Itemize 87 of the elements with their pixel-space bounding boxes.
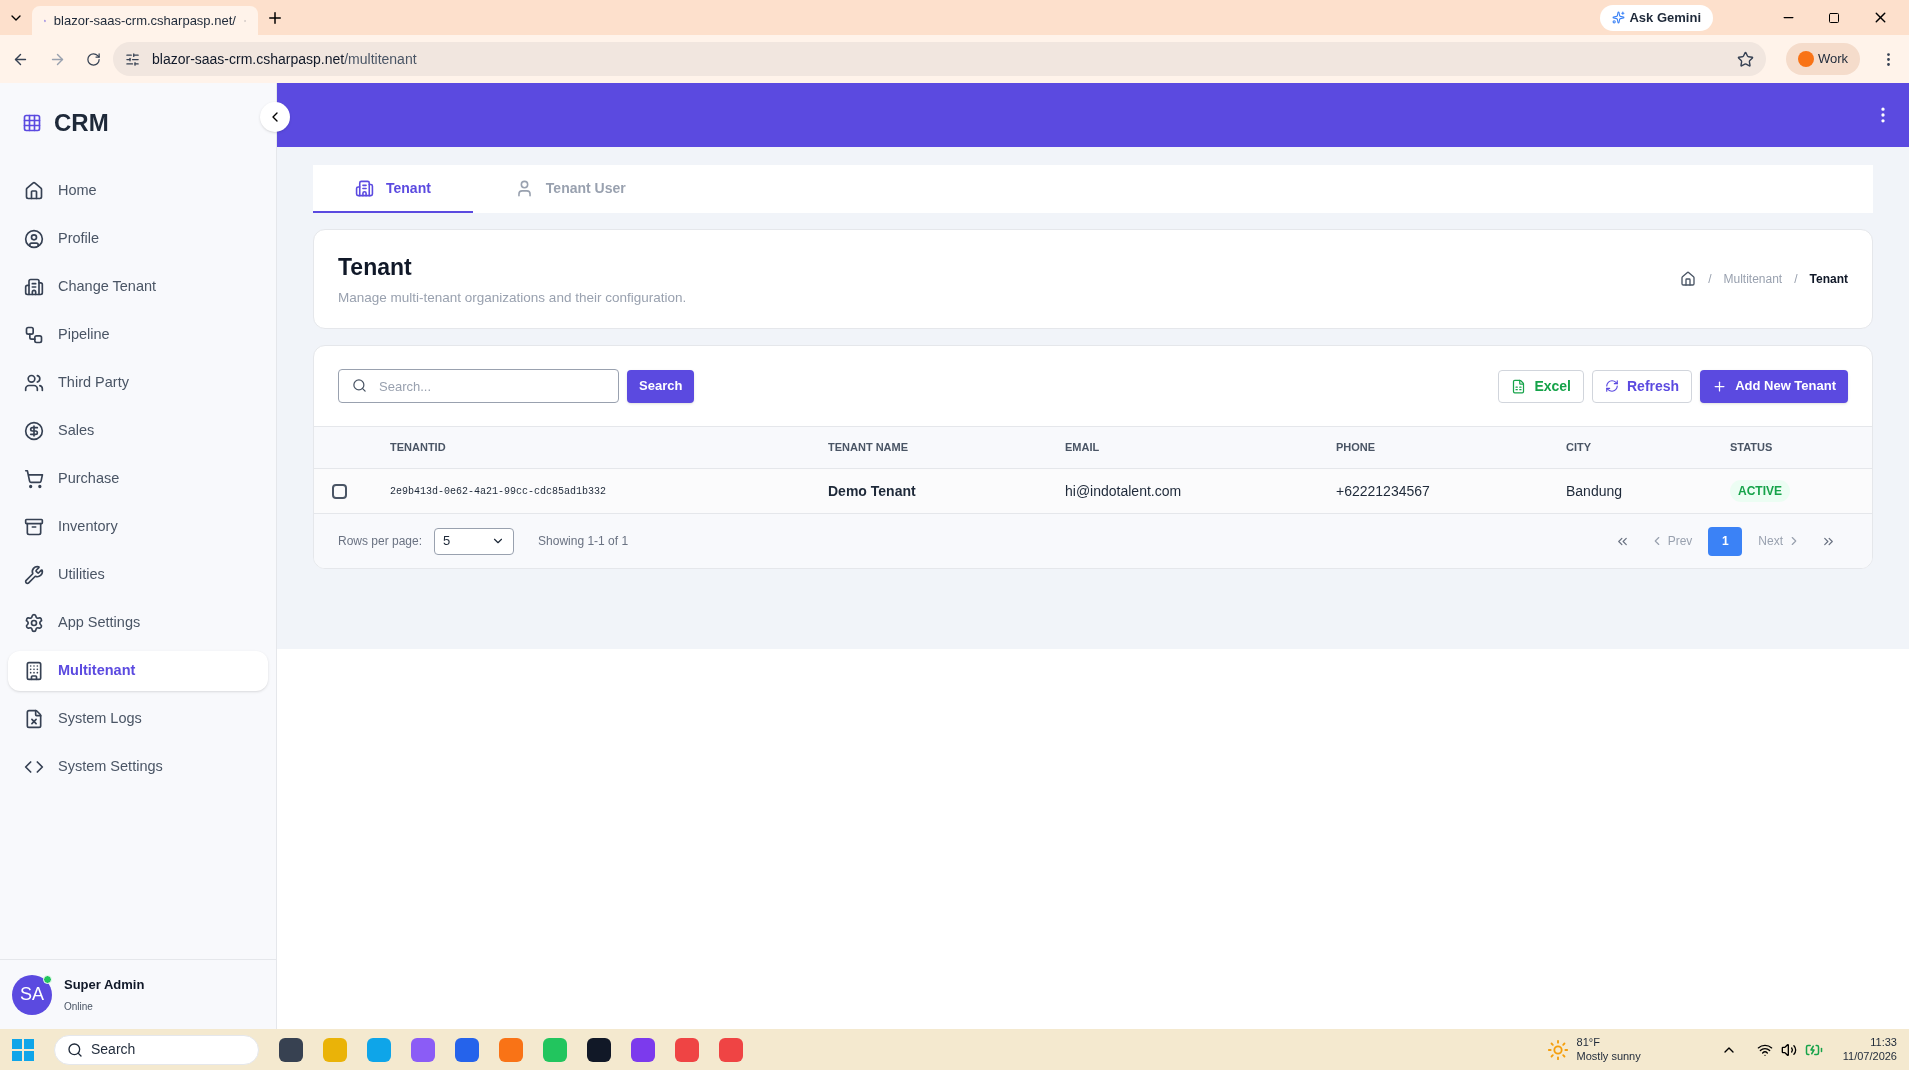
restore-icon[interactable] — [1828, 11, 1840, 24]
nav-icon — [24, 709, 44, 729]
user-status: Online — [64, 999, 94, 1014]
table-cell-text: 2e9b413d-0e62-4a21-99cc-cdc85ad1b332 — [390, 484, 608, 499]
user-avatar: SA — [12, 974, 52, 1015]
url-text: blazor-saas-crm.csharpasp.net/multitenant — [152, 49, 418, 69]
sidebar-item[interactable]: Sales — [8, 411, 268, 451]
nav-icon — [24, 421, 44, 441]
search-button[interactable]: Search — [627, 369, 695, 403]
search-icon — [67, 1041, 83, 1058]
profile-button[interactable]: Work — [1785, 43, 1860, 75]
taskbar-app-icon[interactable] — [279, 1037, 303, 1062]
nav-icon — [24, 613, 44, 633]
sidebar-item[interactable]: System Logs — [8, 699, 268, 739]
taskbar-app-icon[interactable] — [587, 1037, 611, 1062]
rows-per-page-select[interactable]: 5 — [434, 527, 515, 555]
sidebar-item[interactable]: Inventory — [8, 507, 268, 547]
search-icon — [352, 378, 367, 393]
ask-gemini-button[interactable]: Ask Gemini — [1600, 4, 1713, 31]
clock-time: 11:33 — [1870, 1035, 1897, 1050]
spreadsheet-icon — [1511, 378, 1527, 394]
apps-grid-icon — [22, 113, 42, 133]
column-header: TENANT NAME — [828, 440, 910, 456]
column-header: TENANTID — [390, 440, 447, 456]
sidebar-item[interactable]: Home — [8, 171, 268, 211]
column-header: CITY — [1566, 440, 1593, 456]
sidebar-item[interactable]: App Settings — [8, 603, 268, 643]
sidebar-item[interactable]: Profile — [8, 219, 268, 259]
address-bar[interactable]: blazor-saas-crm.csharpasp.net/multitenant — [113, 42, 1766, 76]
bookmark-star-icon[interactable] — [1736, 50, 1754, 68]
site-info-icon — [125, 51, 140, 67]
tab-icon — [355, 178, 374, 198]
showing-count: Showing 1-1 of 1 — [538, 533, 629, 550]
collapse-sidebar-button[interactable] — [260, 102, 290, 132]
plus-icon — [1712, 378, 1728, 394]
clock-date: 11/07/2026 — [1842, 1049, 1897, 1064]
taskbar-search[interactable]: Search — [54, 1034, 259, 1065]
add-new-tenant-button[interactable]: Add New Tenant — [1700, 369, 1848, 403]
nav-icon — [24, 277, 44, 297]
refresh-button[interactable]: Refresh — [1592, 369, 1693, 403]
page-button[interactable]: 1 — [1708, 526, 1743, 556]
sidebar-item[interactable]: Utilities — [8, 555, 268, 595]
weather-text: Mostly sunny — [1576, 1049, 1641, 1064]
sidebar-item[interactable]: Purchase — [8, 459, 268, 499]
nav-icon — [24, 469, 44, 489]
column-header: PHONE — [1336, 440, 1377, 456]
refresh-icon — [1605, 379, 1619, 393]
profile-avatar-icon — [1797, 51, 1814, 67]
nav-icon — [24, 181, 44, 201]
start-icon[interactable] — [12, 1038, 34, 1061]
table-cell-text: +62221234567 — [1336, 481, 1431, 501]
table-cell-text: Demo Tenant — [828, 481, 917, 501]
sidebar-item[interactable]: System Settings — [8, 747, 268, 787]
nav-icon — [24, 661, 44, 681]
column-header: STATUS — [1730, 440, 1774, 456]
page-title: Tenant — [338, 252, 413, 282]
sparkle-icon — [1612, 11, 1626, 24]
nav-icon — [24, 565, 44, 585]
sidebar-item[interactable]: Pipeline — [8, 315, 268, 355]
nav-icon — [24, 373, 44, 393]
breadcrumb-separator: / — [1707, 271, 1713, 288]
nav-icon — [24, 229, 44, 249]
temperature: 81°F — [1576, 1035, 1601, 1050]
nav-icon — [24, 517, 44, 537]
table-cell-text: hi@indotalent.com — [1065, 481, 1183, 501]
tab-title: blazor-saas-crm.csharpasp.net/ — [53, 11, 236, 30]
status-badge: ACTIVE — [1730, 480, 1790, 502]
page-subtitle: Manage multi-tenant organizations and their configuration. — [338, 289, 688, 308]
tab[interactable]: Tenant — [313, 165, 473, 213]
breadcrumb-separator: / — [1793, 271, 1799, 288]
weather-sun-icon — [1546, 1038, 1569, 1061]
volume-icon[interactable] — [1780, 1041, 1797, 1058]
brand-title: CRM — [54, 108, 109, 138]
reload-icon[interactable] — [86, 51, 101, 67]
search-field[interactable]: Search... — [338, 369, 619, 403]
sidebar-item[interactable]: Change Tenant — [8, 267, 268, 307]
browser-tab[interactable]: blazor-saas-crm.csharpasp.net/ — [32, 6, 258, 35]
table-cell-text: Bandung — [1566, 481, 1624, 501]
nav-icon — [24, 325, 44, 345]
row-checkbox[interactable] — [332, 483, 347, 499]
breadcrumb-item: Tenant — [1809, 271, 1848, 288]
sidebar-item[interactable]: Multitenant — [8, 651, 268, 691]
sidebar-item[interactable]: Third Party — [8, 363, 268, 403]
home-icon[interactable] — [1680, 271, 1697, 287]
column-header: EMAIL — [1065, 440, 1101, 456]
user-name: Super Admin — [64, 976, 145, 995]
rows-per-page-label: Rows per page: — [338, 533, 423, 550]
